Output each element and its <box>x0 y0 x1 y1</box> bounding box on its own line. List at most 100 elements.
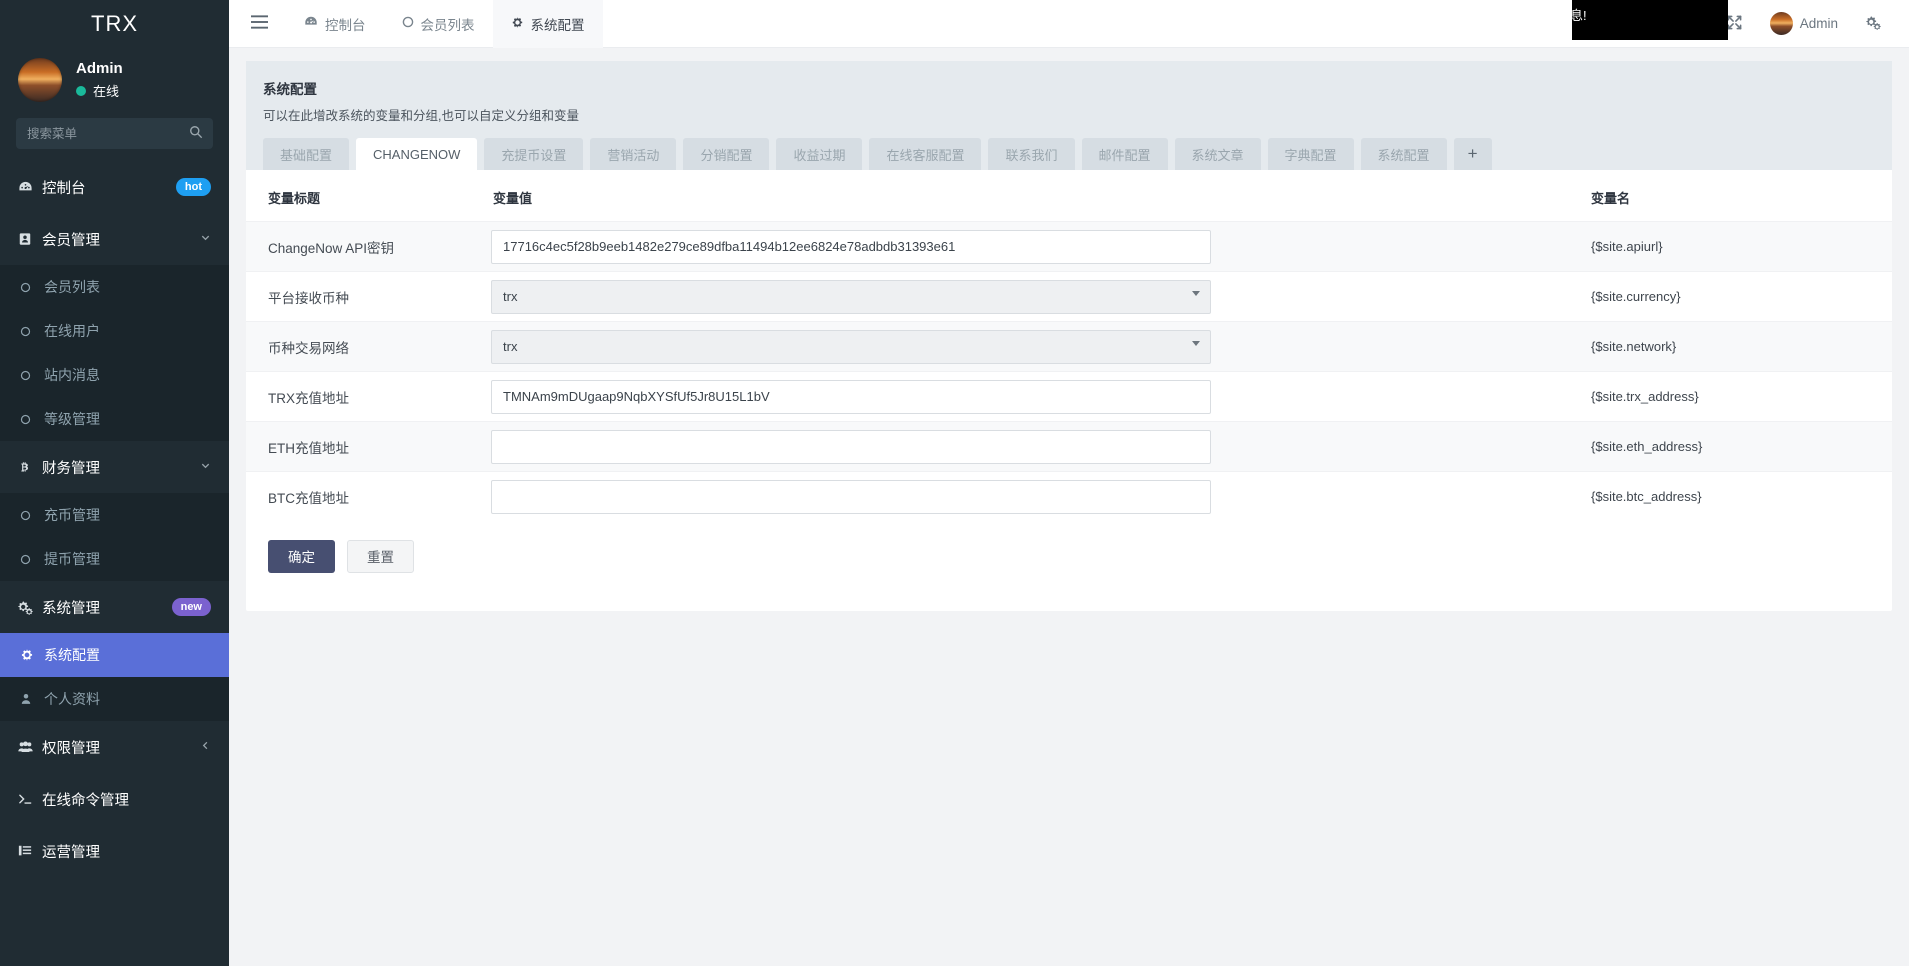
chevron-down-icon <box>200 460 211 474</box>
config-tab-contact-us[interactable]: 联系我们 <box>988 138 1075 170</box>
system-config-card: 系统配置 可以在此增改系统的变量和分组,也可以自定义分组和变量 基础配置 CHA… <box>246 61 1892 611</box>
sidebar-item-label: 充币管理 <box>44 507 100 523</box>
brand-logo[interactable]: TRX <box>0 0 229 48</box>
config-tab-changenow[interactable]: CHANGENOW <box>356 138 478 170</box>
sidebar-item-permission-management[interactable]: 权限管理 <box>0 721 229 773</box>
config-tab-basic[interactable]: 基础配置 <box>263 138 350 170</box>
settings-gear-icon <box>1866 15 1881 33</box>
sidebar-profile[interactable]: Admin 在线 <box>0 48 229 112</box>
row-value-cell: trx <box>491 321 1581 372</box>
list-icon <box>18 844 42 858</box>
row-label: ETH充值地址 <box>246 421 491 472</box>
page-description: 可以在此增改系统的变量和分组,也可以自定义分组和变量 <box>263 109 579 123</box>
chevron-down-icon <box>1192 290 1200 296</box>
circle-icon <box>20 510 44 521</box>
search-icon[interactable] <box>189 125 203 143</box>
config-tab-marketing[interactable]: 营销活动 <box>590 138 677 170</box>
dashboard-icon <box>304 15 318 32</box>
user-menu-button[interactable]: Admin <box>1756 0 1852 48</box>
config-tab-email[interactable]: 邮件配置 <box>1081 138 1168 170</box>
tab-dashboard[interactable]: 控制台 <box>286 0 384 48</box>
trx-address-input[interactable] <box>491 379 1211 414</box>
config-tab-system[interactable]: 系统配置 <box>1360 138 1447 170</box>
circle-icon <box>402 16 414 31</box>
btc-address-input[interactable] <box>491 479 1211 514</box>
topbar: 控制台 会员列表 系统配置 息! Admin <box>229 0 1909 48</box>
tab-member-list[interactable]: 会员列表 <box>384 0 493 48</box>
row-label: TRX充值地址 <box>246 371 491 422</box>
sidebar-item-member-list[interactable]: 会员列表 <box>0 265 229 309</box>
sidebar-item-label: 在线用户 <box>44 323 100 339</box>
badge-hot: hot <box>175 178 211 196</box>
sidebar-item-system-config[interactable]: 系统配置 <box>0 633 229 677</box>
sidebar-item-label: 站内消息 <box>44 367 100 383</box>
config-tab-online-support[interactable]: 在线客服配置 <box>869 138 982 170</box>
online-dot-icon <box>76 85 86 96</box>
sidebar-item-online-command-management[interactable]: 在线命令管理 <box>0 773 229 825</box>
sidebar-item-label: 系统配置 <box>44 647 100 663</box>
row-variable-name: {$site.currency} <box>1581 271 1892 322</box>
config-tab-dictionary[interactable]: 字典配置 <box>1267 138 1354 170</box>
sidebar-item-withdraw-management[interactable]: 提币管理 <box>0 537 229 581</box>
config-tab-revenue-expiry[interactable]: 收益过期 <box>776 138 863 170</box>
config-tab-deposit-withdraw[interactable]: 充提币设置 <box>484 138 584 170</box>
config-tab-articles[interactable]: 系统文章 <box>1174 138 1261 170</box>
sidebar-item-finance-management[interactable]: 财务管理 <box>0 441 229 493</box>
network-select[interactable]: trx <box>491 329 1211 364</box>
sidebar-item-operation-management[interactable]: 运营管理 <box>0 825 229 877</box>
sidebar-item-dashboard[interactable]: 控制台 hot <box>0 161 229 213</box>
column-header-title: 变量标题 <box>268 191 321 206</box>
sidebar-item-deposit-management[interactable]: 充币管理 <box>0 493 229 537</box>
sidebar-item-label: 提币管理 <box>44 551 100 567</box>
currency-select[interactable]: trx <box>491 279 1211 314</box>
admin-dashboard: TRX Admin 在线 搜索菜单 控制台 hot 会员管理 会员列表 在线用户… <box>0 0 1909 966</box>
user-menu-label: Admin <box>1799 16 1838 31</box>
row-variable-name: {$site.network} <box>1581 321 1892 372</box>
config-table: 变量标题 变量值 变量名 ChangeNow API密钥 {$site.apiu… <box>246 170 1892 522</box>
sidebar-item-member-management[interactable]: 会员管理 <box>0 213 229 265</box>
sidebar-item-profile[interactable]: 个人资料 <box>0 677 229 721</box>
tab-label: 系统配置 <box>530 17 585 33</box>
tab-system-config[interactable]: 系统配置 <box>492 0 603 48</box>
submit-button[interactable]: 确定 <box>268 539 335 573</box>
table-row: BTC充值地址 {$site.btc_address} <box>246 471 1892 522</box>
table-row: ETH充值地址 {$site.eth_address} <box>246 421 1892 472</box>
row-value-cell <box>491 371 1581 422</box>
add-tab-button[interactable]: + <box>1453 138 1492 170</box>
chevron-left-icon <box>200 740 211 754</box>
terminal-icon <box>18 792 42 806</box>
row-variable-name: {$site.eth_address} <box>1581 421 1892 472</box>
settings-button[interactable] <box>1852 0 1895 48</box>
table-row: 平台接收币种 trx {$site.currency} <box>246 271 1892 322</box>
table-body: ChangeNow API密钥 {$site.apiurl} 平台接收币种 tr… <box>246 221 1892 522</box>
eth-address-input[interactable] <box>491 429 1211 464</box>
sidebar-menu: 控制台 hot 会员管理 会员列表 在线用户 站内消息 等级管理 财务管理 充币… <box>0 161 229 877</box>
sidebar-item-online-users[interactable]: 在线用户 <box>0 309 229 353</box>
card-header: 系统配置 可以在此增改系统的变量和分组,也可以自定义分组和变量 基础配置 CHA… <box>246 61 1892 170</box>
apiurl-input[interactable] <box>491 229 1211 264</box>
sidebar-item-label: 财务管理 <box>42 460 100 477</box>
cogs-icon <box>18 600 42 615</box>
config-tab-distribution[interactable]: 分销配置 <box>683 138 770 170</box>
sidebar-item-label: 个人资料 <box>44 691 100 707</box>
row-label: 平台接收币种 <box>246 271 491 322</box>
main-area: 控制台 会员列表 系统配置 息! Admin 系统配置 可以在此增改系统的变量和… <box>229 0 1909 966</box>
sidebar-item-system-management[interactable]: 系统管理 new <box>0 581 229 633</box>
column-header-variable: 变量名 <box>1591 191 1631 206</box>
sidebar-item-label: 控制台 <box>42 180 86 197</box>
sidebar-item-label: 系统管理 <box>42 600 100 617</box>
sidebar-item-label: 在线命令管理 <box>42 792 129 809</box>
circle-icon <box>20 370 44 381</box>
sidebar-item-level-management[interactable]: 等级管理 <box>0 397 229 441</box>
hamburger-icon[interactable] <box>229 15 286 32</box>
chevron-down-icon <box>200 232 211 246</box>
table-row: 币种交易网络 trx {$site.network} <box>246 321 1892 372</box>
row-value-cell <box>491 471 1581 522</box>
tab-label: 控制台 <box>325 17 366 33</box>
reset-button[interactable]: 重置 <box>347 539 414 573</box>
sidebar-item-label: 会员列表 <box>44 279 100 295</box>
row-label: ChangeNow API密钥 <box>246 221 491 272</box>
sidebar-item-site-messages[interactable]: 站内消息 <box>0 353 229 397</box>
user-icon <box>20 693 44 705</box>
search-input[interactable] <box>16 118 213 149</box>
